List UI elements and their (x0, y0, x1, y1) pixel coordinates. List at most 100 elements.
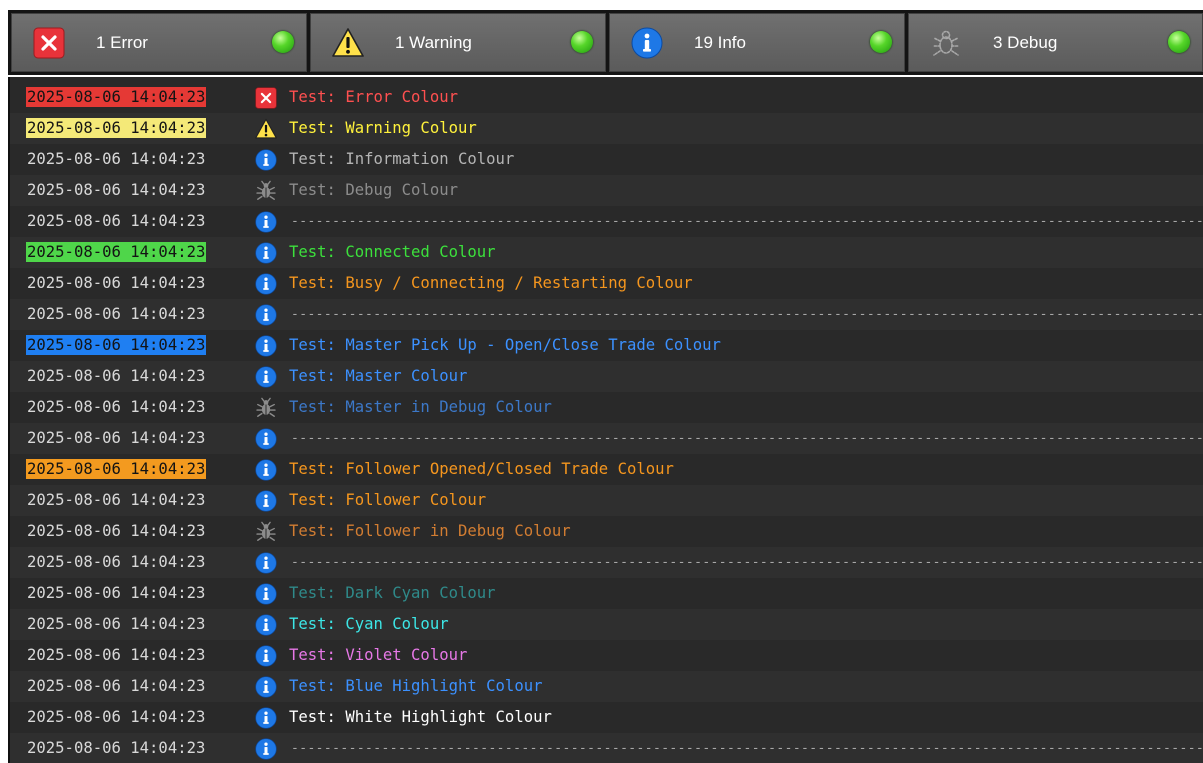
info-icon (255, 490, 277, 512)
log-message: Test: Master in Debug Colour (289, 398, 552, 416)
log-separator: ----------------------------------------… (291, 307, 1203, 322)
filter-warning-label: 1 Warning (395, 33, 472, 52)
log-timestamp: 2025-08-06 14:04:23 (27, 646, 206, 664)
log-timestamp: 2025-08-06 14:04:23 (27, 429, 206, 447)
log-filter-bar: 1 Error 1 Warning 19 Info 3 Debug (8, 10, 1203, 75)
status-led-icon (571, 31, 593, 53)
log-row[interactable]: 2025-08-06 14:04:23 Test: Debug Colour (10, 175, 1203, 206)
info-icon (255, 738, 277, 760)
log-message: Test: Cyan Colour (289, 615, 449, 633)
log-timestamp: 2025-08-06 14:04:23 (26, 242, 207, 262)
log-row[interactable]: 2025-08-06 14:04:23 ---------------------… (10, 423, 1203, 454)
log-timestamp: 2025-08-06 14:04:23 (27, 181, 206, 199)
log-row[interactable]: 2025-08-06 14:04:23 ---------------------… (10, 206, 1203, 237)
log-row[interactable]: 2025-08-06 14:04:23 Test: Violet Colour (10, 640, 1203, 671)
bug-icon (255, 397, 277, 419)
filter-debug-label: 3 Debug (993, 33, 1058, 52)
log-row[interactable]: 2025-08-06 14:04:23 Test: Master Pick Up … (10, 330, 1203, 361)
log-message: Test: Blue Highlight Colour (289, 677, 543, 695)
log-row[interactable]: 2025-08-06 14:04:23 Test: Information Col… (10, 144, 1203, 175)
info-icon (255, 211, 277, 233)
log-timestamp: 2025-08-06 14:04:23 (27, 367, 206, 385)
info-icon (255, 304, 277, 326)
log-timestamp: 2025-08-06 14:04:23 (27, 584, 206, 602)
log-timestamp: 2025-08-06 14:04:23 (27, 274, 206, 292)
bug-icon (255, 521, 277, 543)
filter-error-button[interactable]: 1 Error (11, 13, 307, 72)
log-timestamp: 2025-08-06 14:04:23 (27, 677, 206, 695)
log-row[interactable]: 2025-08-06 14:04:23 Test: Busy / Connecti… (10, 268, 1203, 299)
info-icon (255, 242, 277, 264)
log-timestamp: 2025-08-06 14:04:23 (26, 87, 207, 107)
log-row[interactable]: 2025-08-06 14:04:23 Test: Blue Highlight … (10, 671, 1203, 702)
error-icon (33, 27, 65, 59)
log-row[interactable]: 2025-08-06 14:04:23 Test: Cyan Colour (10, 609, 1203, 640)
log-list[interactable]: 2025-08-06 14:04:23 Test: Error Colour 202… (8, 77, 1203, 763)
filter-debug-button[interactable]: 3 Debug (908, 13, 1203, 72)
status-led-icon (272, 31, 294, 53)
log-row[interactable]: 2025-08-06 14:04:23 Test: Error Colour (10, 82, 1203, 113)
log-row[interactable]: 2025-08-06 14:04:23 ---------------------… (10, 299, 1203, 330)
log-timestamp: 2025-08-06 14:04:23 (26, 459, 207, 479)
status-led-icon (1168, 31, 1190, 53)
info-icon (255, 273, 277, 295)
log-row[interactable]: 2025-08-06 14:04:23 ---------------------… (10, 733, 1203, 763)
log-row[interactable]: 2025-08-06 14:04:23 Test: Master Colour (10, 361, 1203, 392)
log-message: Test: Busy / Connecting / Restarting Col… (289, 274, 693, 292)
info-icon (255, 614, 277, 636)
info-icon (255, 676, 277, 698)
log-row[interactable]: 2025-08-06 14:04:23 Test: Warning Colour (10, 113, 1203, 144)
warning-icon (255, 118, 277, 140)
log-message: Test: Master Pick Up - Open/Close Trade … (289, 336, 721, 354)
log-row[interactable]: 2025-08-06 14:04:23 Test: Follower in Deb… (10, 516, 1203, 547)
log-row[interactable]: 2025-08-06 14:04:23 Test: Follower Colour (10, 485, 1203, 516)
log-row[interactable]: 2025-08-06 14:04:23 Test: Connected Colou… (10, 237, 1203, 268)
log-timestamp: 2025-08-06 14:04:23 (27, 305, 206, 323)
log-message: Test: Error Colour (289, 88, 458, 106)
log-message: Test: Violet Colour (289, 646, 468, 664)
log-timestamp: 2025-08-06 14:04:23 (27, 615, 206, 633)
log-row[interactable]: 2025-08-06 14:04:23 Test: Dark Cyan Colou… (10, 578, 1203, 609)
log-timestamp: 2025-08-06 14:04:23 (26, 118, 207, 138)
log-message: Test: Connected Colour (289, 243, 496, 261)
log-timestamp: 2025-08-06 14:04:23 (27, 398, 206, 416)
log-row[interactable]: 2025-08-06 14:04:23 Test: Follower Opened… (10, 454, 1203, 485)
log-message: Test: Debug Colour (289, 181, 458, 199)
log-timestamp: 2025-08-06 14:04:23 (26, 335, 207, 355)
log-timestamp: 2025-08-06 14:04:23 (27, 491, 206, 509)
filter-warning-button[interactable]: 1 Warning (310, 13, 606, 72)
log-separator: ----------------------------------------… (291, 741, 1203, 756)
info-icon (255, 149, 277, 171)
log-message: Test: Master Colour (289, 367, 468, 385)
info-icon (631, 27, 663, 59)
info-icon (255, 707, 277, 729)
log-timestamp: 2025-08-06 14:04:23 (27, 150, 206, 168)
log-timestamp: 2025-08-06 14:04:23 (27, 739, 206, 757)
log-row[interactable]: 2025-08-06 14:04:23 ---------------------… (10, 547, 1203, 578)
log-separator: ----------------------------------------… (291, 431, 1203, 446)
log-timestamp: 2025-08-06 14:04:23 (27, 553, 206, 571)
log-separator: ----------------------------------------… (291, 214, 1203, 229)
log-message: Test: Follower Colour (289, 491, 487, 509)
log-message: Test: Warning Colour (289, 119, 477, 137)
status-led-icon (870, 31, 892, 53)
bug-icon (255, 180, 277, 202)
log-row[interactable]: 2025-08-06 14:04:23 Test: Master in Debug… (10, 392, 1203, 423)
log-timestamp: 2025-08-06 14:04:23 (27, 212, 206, 230)
filter-info-label: 19 Info (694, 33, 746, 52)
info-icon (255, 335, 277, 357)
filter-info-button[interactable]: 19 Info (609, 13, 905, 72)
info-icon (255, 583, 277, 605)
log-message: Test: Dark Cyan Colour (289, 584, 496, 602)
log-message: Test: Information Colour (289, 150, 515, 168)
info-icon (255, 459, 277, 481)
log-row[interactable]: 2025-08-06 14:04:23 Test: White Highlight… (10, 702, 1203, 733)
bug-icon (930, 27, 962, 59)
log-message: Test: White Highlight Colour (289, 708, 552, 726)
log-message: Test: Follower Opened/Closed Trade Colou… (289, 460, 674, 478)
log-message: Test: Follower in Debug Colour (289, 522, 571, 540)
filter-error-label: 1 Error (96, 33, 148, 52)
info-icon (255, 428, 277, 450)
error-icon (255, 87, 277, 109)
warning-icon (332, 27, 364, 59)
